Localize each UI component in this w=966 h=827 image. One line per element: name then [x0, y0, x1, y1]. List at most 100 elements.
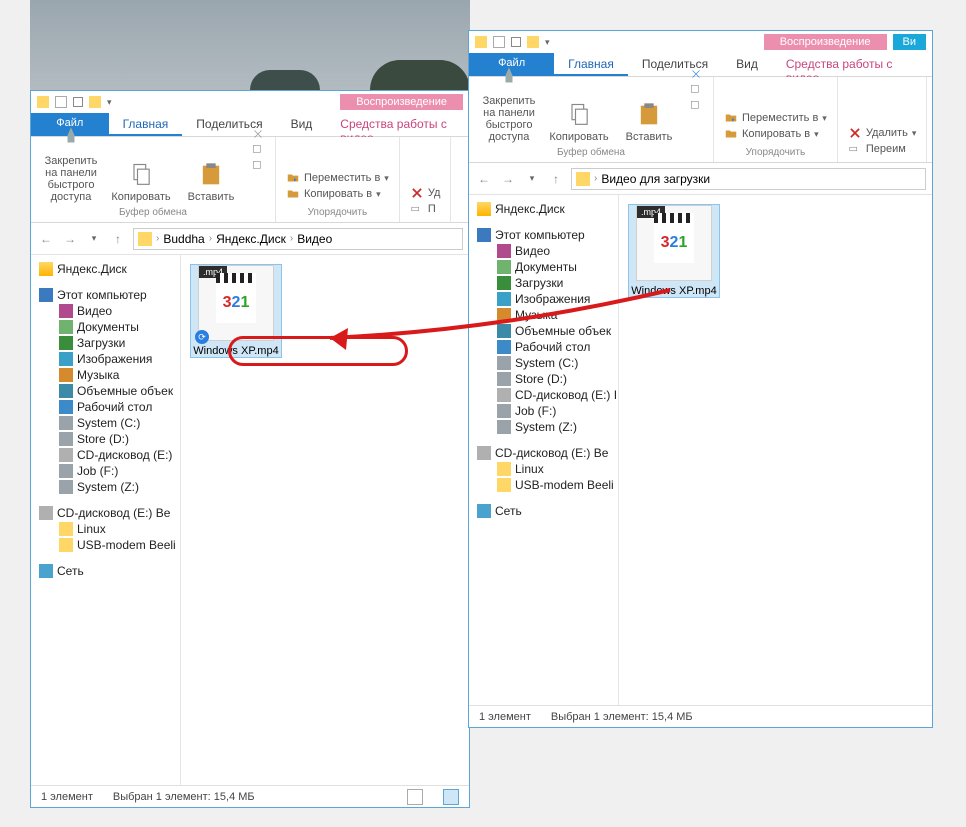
tree-item[interactable]: System (C:) [35, 415, 176, 431]
tree-item[interactable]: USB-modem Beeli [35, 537, 176, 553]
tree-item-label: Job (F:) [515, 404, 556, 418]
titlebar[interactable]: ▾ Воспроизведение Ви [469, 31, 932, 53]
sync-icon: ⟳ [195, 330, 209, 344]
breadcrumb-segment[interactable]: Видео для загрузки [597, 172, 714, 186]
tree-item[interactable]: Видео [473, 243, 614, 259]
nav-back[interactable]: ← [475, 170, 493, 188]
breadcrumb-segment[interactable]: Buddha [159, 232, 208, 246]
tree-item[interactable]: Linux [35, 521, 176, 537]
group-label-clipboard: Буфер обмена [119, 207, 187, 218]
breadcrumb-segment[interactable]: Яндекс.Диск [212, 232, 290, 246]
tab-video-tools[interactable]: Средства работы с видео [326, 113, 469, 136]
tree-item[interactable]: Музыка [35, 367, 176, 383]
tab-video-tools[interactable]: Средства работы с видео [772, 53, 932, 76]
tree-item-label: Видео [515, 244, 550, 258]
paste-button[interactable]: Вставить [619, 101, 679, 143]
tree-item[interactable]: Яндекс.Диск [473, 201, 614, 217]
tree-item[interactable]: USB-modem Beeli [473, 477, 614, 493]
tree-item-label: Изображения [77, 352, 152, 366]
copy-button[interactable]: Копировать [111, 161, 171, 203]
paste-shortcut-button[interactable] [689, 99, 703, 113]
nav-up[interactable]: ↑ [547, 170, 565, 188]
tree-item[interactable]: CD-дисковод (E:) [35, 447, 176, 463]
nav-forward[interactable]: → [61, 230, 79, 248]
tree-item[interactable]: Этот компьютер [35, 287, 176, 303]
status-selection: Выбран 1 элемент: 15,4 МБ [551, 711, 693, 723]
qat-checkbox[interactable] [73, 97, 83, 107]
delete-button[interactable]: Уд [410, 186, 441, 200]
tree-item[interactable]: Рабочий стол [35, 399, 176, 415]
net-icon [39, 564, 53, 578]
cut-button[interactable] [251, 127, 265, 141]
qat-dropdown-icon[interactable]: ▾ [545, 37, 550, 48]
cut-button[interactable] [689, 67, 703, 81]
nav-back[interactable]: ← [37, 230, 55, 248]
tree-item[interactable]: Видео [35, 303, 176, 319]
tree-item[interactable]: Объемные объек [35, 383, 176, 399]
view-icons-button[interactable] [443, 789, 459, 805]
nav-tree[interactable]: Яндекс.Диск Этот компьютерВидеоДокументыЗ… [31, 255, 181, 785]
pin-button[interactable]: Закрепить на панели быстрого доступа [479, 65, 539, 143]
tree-item[interactable]: Сеть [473, 503, 614, 519]
tree-item[interactable]: Загрузки [35, 335, 176, 351]
drv-icon [497, 420, 511, 434]
tree-item[interactable]: Store (D:) [35, 431, 176, 447]
tree-item-label: Загрузки [77, 336, 125, 350]
copy-to-button[interactable]: Копировать в▾ [286, 187, 389, 201]
breadcrumb-bar[interactable]: › Видео для загрузки [571, 168, 926, 190]
img-icon [59, 352, 73, 366]
tree-item-label: System (Z:) [515, 420, 577, 434]
tree-item[interactable]: CD-дисковод (E:) Be [35, 505, 176, 521]
cd-icon [59, 448, 73, 462]
qat-dropdown-icon[interactable]: ▾ [107, 97, 112, 108]
context-tab-playback[interactable]: Воспроизведение [340, 94, 463, 110]
tree-item[interactable]: Изображения [35, 351, 176, 367]
tree-item[interactable]: Job (F:) [35, 463, 176, 479]
tree-item-label: Linux [515, 462, 544, 476]
move-to-button[interactable]: Переместить в▾ [286, 171, 389, 185]
tab-view[interactable]: Вид [277, 113, 327, 136]
tree-item[interactable]: Документы [35, 319, 176, 335]
qat-icon[interactable] [527, 36, 539, 48]
nav-history-dropdown[interactable]: ▾ [85, 230, 103, 248]
qat-icon[interactable] [55, 96, 67, 108]
tree-item[interactable]: CD-дисковод (E:) I [473, 387, 614, 403]
paste-shortcut-button[interactable] [251, 159, 265, 173]
move-to-button[interactable]: Переместить в▾ [724, 111, 827, 125]
copy-path-button[interactable] [689, 83, 703, 97]
view-details-button[interactable] [407, 789, 423, 805]
tree-item[interactable]: System (Z:) [35, 479, 176, 495]
pin-button[interactable]: Закрепить на панели быстрого доступа [41, 125, 101, 203]
tree-item-label: Музыка [77, 368, 119, 382]
titlebar[interactable]: ▾ Воспроизведение [31, 91, 469, 113]
tree-item[interactable]: Job (F:) [473, 403, 614, 419]
rename-button[interactable]: Переим [848, 142, 917, 156]
cd-icon [497, 388, 511, 402]
nav-history-dropdown[interactable]: ▾ [523, 170, 541, 188]
tab-view[interactable]: Вид [722, 53, 772, 76]
tree-item[interactable]: System (Z:) [473, 419, 614, 435]
paste-button[interactable]: Вставить [181, 161, 241, 203]
qat-icon[interactable] [493, 36, 505, 48]
tree-item[interactable]: CD-дисковод (E:) Be [473, 445, 614, 461]
breadcrumb-segment[interactable]: Видео [293, 232, 336, 246]
copy-to-button[interactable]: Копировать в▾ [724, 127, 827, 141]
delete-button[interactable]: Удалить▾ [848, 126, 917, 140]
tree-item[interactable]: Этот компьютер [473, 227, 614, 243]
tree-item-label: Яндекс.Диск [495, 202, 565, 216]
copy-path-button[interactable] [251, 143, 265, 157]
nav-forward[interactable]: → [499, 170, 517, 188]
breadcrumb-bar[interactable]: › Buddha › Яндекс.Диск › Видео [133, 228, 463, 250]
tree-item[interactable]: Linux [473, 461, 614, 477]
context-tab-playback[interactable]: Воспроизведение [764, 34, 887, 50]
tree-item-label: Сеть [495, 504, 522, 518]
dl-icon [59, 336, 73, 350]
qat-icon[interactable] [89, 96, 101, 108]
copy-button[interactable]: Копировать [549, 101, 609, 143]
tree-item[interactable]: Яндекс.Диск [35, 261, 176, 277]
nav-up[interactable]: ↑ [109, 230, 127, 248]
qat-checkbox[interactable] [511, 37, 521, 47]
desk-icon [59, 400, 73, 414]
tree-item[interactable]: Сеть [35, 563, 176, 579]
rename-button[interactable]: П [410, 202, 441, 216]
